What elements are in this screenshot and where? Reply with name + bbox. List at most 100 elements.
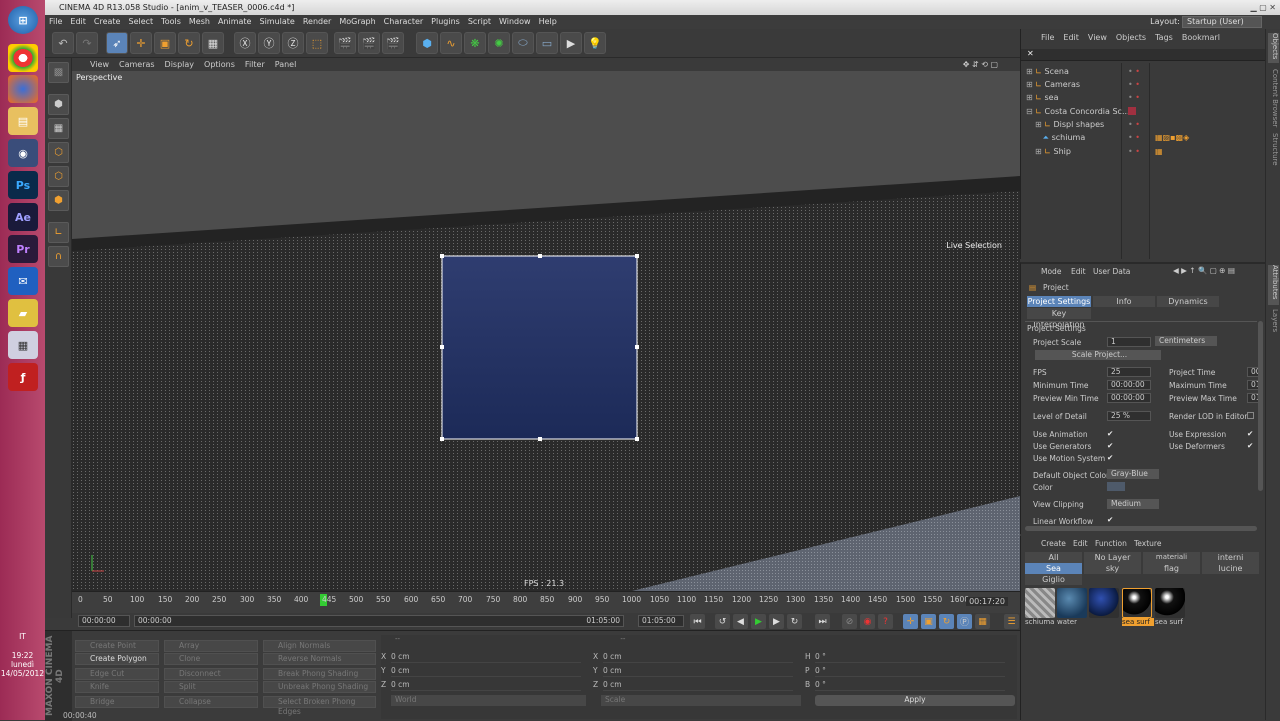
premiere-icon[interactable]: Pr	[8, 235, 38, 263]
move-icon[interactable]: ✛	[130, 32, 152, 54]
photoshop-icon[interactable]: Ps	[8, 171, 38, 199]
tab-dynamics[interactable]: Dynamics	[1157, 296, 1219, 307]
messenger-icon[interactable]: ✉	[8, 267, 38, 295]
coord-system-select[interactable]: World	[391, 695, 586, 706]
key-position-icon[interactable]: ✛	[903, 614, 918, 629]
flash-icon[interactable]: ƒ	[8, 363, 38, 391]
menu-edit[interactable]: Edit	[70, 17, 86, 26]
axis-mode-icon[interactable]: ∟	[48, 222, 69, 243]
folder-icon[interactable]: ▰	[8, 299, 38, 327]
deformer-icon[interactable]: ⬭	[512, 32, 534, 54]
key-parameter-icon[interactable]: Ⓟ	[957, 614, 972, 629]
use-motion-checkbox[interactable]: ✔	[1107, 453, 1113, 462]
pos-y-field[interactable]: 0 cm	[391, 666, 581, 677]
timeline-menu-icon[interactable]: ☰	[1004, 614, 1019, 629]
tag-icons[interactable]: ▦	[1155, 145, 1163, 158]
unbreak-phong-button[interactable]: Unbreak Phong Shading	[263, 681, 376, 693]
size-y-field[interactable]: 0 cm	[603, 666, 793, 677]
edges-mode-icon[interactable]: ⬡	[48, 166, 69, 187]
x-axis-icon[interactable]: Ⓧ	[234, 32, 256, 54]
calculator-icon[interactable]: ▦	[8, 331, 38, 359]
mat-menu-function[interactable]: Function	[1095, 539, 1127, 548]
vp-menu-filter[interactable]: Filter	[245, 60, 265, 69]
z-axis-icon[interactable]: Ⓩ	[282, 32, 304, 54]
start-button[interactable]: ⊞	[8, 6, 38, 34]
range-slider[interactable]: 00:00:00 01:05:00	[134, 615, 624, 627]
undo-icon[interactable]: ↶	[52, 32, 74, 54]
om-menu-objects[interactable]: Objects	[1116, 33, 1146, 42]
material-sea-surf[interactable]	[1155, 588, 1185, 618]
tab-key-interpolation[interactable]: Key Interpolation	[1027, 308, 1091, 329]
project-scale-field[interactable]: 1	[1107, 337, 1151, 347]
mat-tab-sky[interactable]: sky	[1084, 563, 1141, 574]
render-view-icon[interactable]: 🎬	[334, 32, 356, 54]
units-select[interactable]: Centimeters	[1155, 336, 1217, 346]
close-icon[interactable]: ✕	[1027, 49, 1034, 58]
size-z-field[interactable]: 0 cm	[603, 680, 793, 691]
key-pla-icon[interactable]: ▦	[975, 614, 990, 629]
aftereffects-icon[interactable]: Ae	[8, 203, 38, 231]
use-expression-checkbox[interactable]: ✔	[1247, 429, 1253, 438]
mat-tab-sea[interactable]: Sea	[1025, 563, 1082, 574]
points-mode-icon[interactable]: ⬡	[48, 142, 69, 163]
render-picture-viewer-icon[interactable]: 🎬	[358, 32, 380, 54]
side-tab-attributes[interactable]: Attributes	[1268, 265, 1279, 305]
rot-h-field[interactable]: 0 °	[815, 652, 1005, 663]
attr-menu-userdata[interactable]: User Data	[1093, 267, 1130, 276]
chrome-icon[interactable]	[8, 44, 38, 72]
mat-menu-texture[interactable]: Texture	[1134, 539, 1161, 548]
vp-menu-cameras[interactable]: Cameras	[119, 60, 155, 69]
material-water[interactable]	[1057, 588, 1087, 618]
start-time-field[interactable]: 00:00:00	[78, 615, 130, 627]
vp-menu-view[interactable]: View	[90, 60, 109, 69]
mat-tab-nolayer[interactable]: No Layer	[1084, 552, 1141, 563]
split-button[interactable]: Split	[164, 681, 258, 693]
mat-tab-carena[interactable]: materiali carena	[1143, 552, 1200, 572]
viewport-nav-icons[interactable]: ✥ ⇵ ⟲ ▢	[963, 58, 998, 71]
polygons-mode-icon[interactable]: ⬢	[48, 190, 69, 211]
play-icon[interactable]: ▶	[751, 614, 766, 629]
attr-hscrollbar[interactable]	[1025, 526, 1257, 531]
align-normals-button[interactable]: Align Normals	[263, 640, 376, 652]
loop-forward-icon[interactable]: ↻	[787, 614, 802, 629]
use-animation-checkbox[interactable]: ✔	[1107, 429, 1113, 438]
attr-vscrollbar[interactable]	[1258, 321, 1263, 491]
make-editable-icon[interactable]: ▩	[48, 62, 69, 83]
menu-file[interactable]: File	[49, 17, 62, 26]
default-color-select[interactable]: Gray-Blue	[1107, 469, 1159, 479]
om-menu-tags[interactable]: Tags	[1155, 33, 1173, 42]
material-schiuma[interactable]	[1025, 588, 1055, 618]
select-broken-phong-button[interactable]: Select Broken Phong Edges	[263, 696, 376, 716]
side-tab-content-browser[interactable]: Content Browser	[1268, 69, 1279, 129]
tab-project-settings[interactable]: Project Settings	[1027, 296, 1091, 307]
color-swatch[interactable]	[1107, 482, 1125, 491]
rot-p-field[interactable]: 0 °	[815, 666, 1005, 677]
scale-icon[interactable]: ▣	[154, 32, 176, 54]
timeline-ruler[interactable]: 0 50 100 150 200 250 300 350 400 445 500 550 600 650 7…	[72, 591, 1020, 613]
disconnect-button[interactable]: Disconnect	[164, 668, 258, 680]
array-icon[interactable]: ✺	[488, 32, 510, 54]
edge-cut-button[interactable]: Edge Cut	[75, 668, 159, 680]
rot-b-field[interactable]: 0 °	[815, 680, 1005, 691]
array-button[interactable]: Array	[164, 640, 258, 652]
pos-x-field[interactable]: 0 cm	[391, 652, 581, 663]
coordinate-system-icon[interactable]: ⬚	[306, 32, 328, 54]
size-mode-select[interactable]: Scale	[601, 695, 801, 706]
object-row[interactable]: ⊟ ∟ Costa Concordia Sc...	[1026, 105, 1266, 118]
break-phong-button[interactable]: Break Phong Shading	[263, 668, 376, 680]
min-time-field[interactable]: 00:00:00	[1107, 380, 1151, 390]
camera-icon[interactable]: ▶	[560, 32, 582, 54]
attr-nav-icons[interactable]: ◀ ▶ ↑ 🔍 ▢ ⊕ ▤	[1173, 266, 1235, 275]
object-row[interactable]: ⊞ ∟ sea • •	[1026, 91, 1266, 104]
create-point-button[interactable]: Create Point	[75, 640, 159, 652]
material-blue[interactable]	[1089, 588, 1119, 618]
mat-tab-flag[interactable]: flag	[1143, 563, 1200, 574]
rotate-icon[interactable]: ↻	[178, 32, 200, 54]
collapse-button[interactable]: Collapse	[164, 696, 258, 708]
menu-plugins[interactable]: Plugins	[431, 17, 460, 26]
next-frame-icon[interactable]: ▶	[769, 614, 784, 629]
tag-icons[interactable]: ▦▨▪▩◈	[1155, 131, 1189, 144]
autokey-icon[interactable]: ◉	[860, 614, 875, 629]
spline-icon[interactable]: ∿	[440, 32, 462, 54]
mat-menu-create[interactable]: Create	[1041, 539, 1066, 548]
